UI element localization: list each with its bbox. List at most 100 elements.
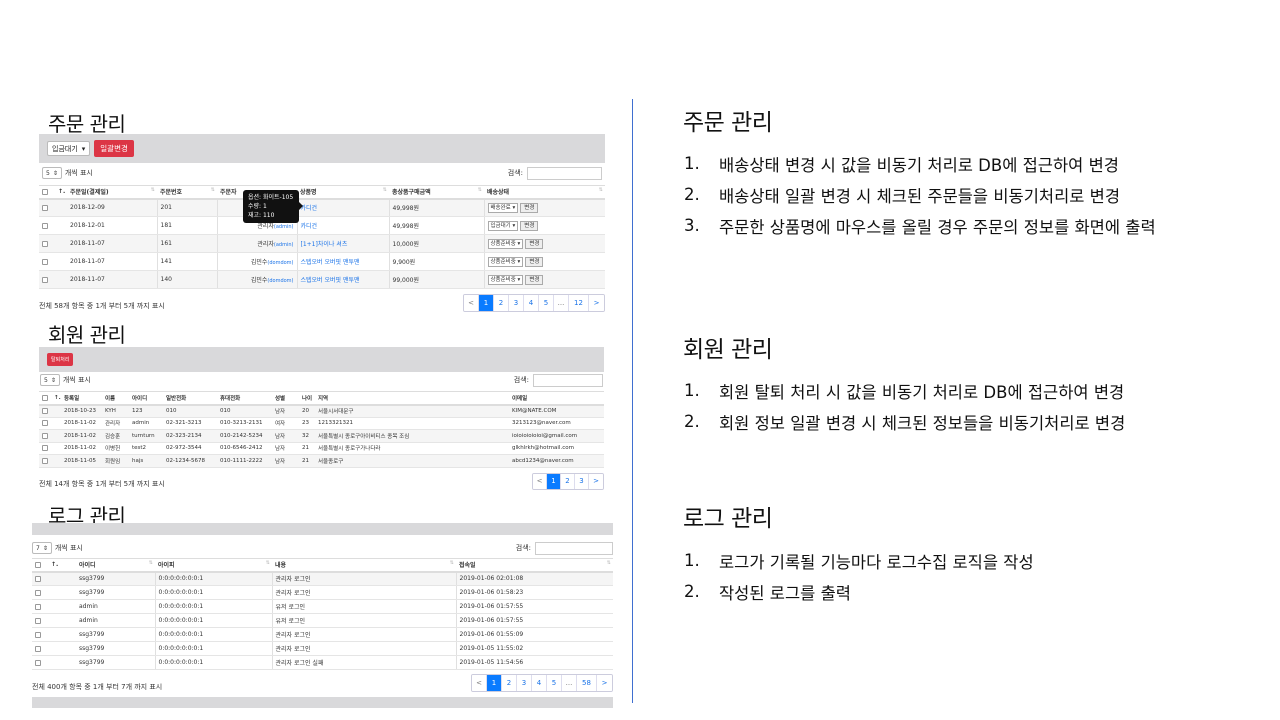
buyer-id-link[interactable]: (admin)	[274, 224, 294, 230]
page-button[interactable]: 1	[479, 295, 494, 311]
page-button[interactable]: 3	[509, 295, 524, 311]
member-col-phone[interactable]: 일반전화	[163, 391, 217, 406]
page-button[interactable]: 1	[487, 675, 502, 691]
order-col-sort[interactable]: ↑.	[55, 185, 67, 200]
order-status-select[interactable]: 상품준비중 ▾	[487, 274, 524, 285]
log-col-id[interactable]: 아이디 ⇅	[76, 558, 155, 573]
log-page-size-select[interactable]: 7 ⇕	[32, 542, 52, 554]
order-status-select[interactable]: 입금대기 ▾	[487, 220, 519, 231]
prev-page-button[interactable]: <	[533, 473, 547, 489]
page-button[interactable]: 5	[547, 675, 562, 691]
page-button[interactable]: 2	[494, 295, 509, 311]
order-change-button[interactable]: 변경	[525, 238, 544, 249]
order-product-link[interactable]: [1+1]차이나 셔츠	[296, 234, 389, 253]
order-status-select[interactable]: 상품준비중 ▾	[487, 238, 524, 249]
order-col-status[interactable]: 배송상태 ⇅	[484, 185, 605, 200]
log-col-ip[interactable]: 아이피 ⇅	[155, 558, 272, 573]
member-region-cell: 서울특별시 종로구아이비티스 종목 조심	[315, 429, 509, 443]
page-button[interactable]: 2	[561, 473, 575, 489]
order-change-button[interactable]: 변경	[520, 220, 539, 231]
withdraw-button[interactable]: 탈퇴처리	[47, 353, 74, 366]
row-checkbox[interactable]	[39, 216, 55, 235]
order-product-link[interactable]: 카디건	[296, 198, 389, 217]
next-page-button[interactable]: >	[597, 675, 612, 691]
page-button[interactable]: 4	[532, 675, 547, 691]
prev-page-button[interactable]: <	[464, 295, 479, 311]
order-search-input[interactable]	[527, 166, 602, 180]
member-col-date[interactable]: 등록일	[61, 391, 102, 406]
order-product-link[interactable]: 카디건	[296, 216, 389, 235]
member-col-age[interactable]: 나이	[299, 391, 315, 406]
page-button[interactable]: 58	[577, 675, 597, 691]
member-col-mobile[interactable]: 휴대전화	[217, 391, 272, 406]
order-change-button[interactable]: 변경	[520, 202, 539, 213]
member-col-id[interactable]: 아이디	[129, 391, 163, 406]
bulk-change-button[interactable]: 일괄변경	[94, 140, 134, 157]
row-checkbox[interactable]	[39, 442, 51, 455]
order-col-product[interactable]: 상품명 ⇅	[297, 185, 389, 200]
order-change-button[interactable]: 변경	[525, 256, 544, 267]
order-status-select[interactable]: 상품준비중 ▾	[487, 256, 524, 267]
row-checkbox[interactable]	[39, 270, 55, 289]
order-col-no[interactable]: 주문번호 ⇅	[157, 185, 217, 200]
row-checkbox[interactable]	[39, 198, 55, 217]
order-col-amount[interactable]: 총상품구매금액 ⇅	[389, 185, 484, 200]
row-checkbox[interactable]	[39, 417, 51, 430]
next-page-button[interactable]: >	[589, 295, 604, 311]
select-all-checkbox[interactable]	[39, 185, 55, 200]
page-button[interactable]: 12	[569, 295, 589, 311]
member-col-name[interactable]: 이름	[102, 391, 129, 406]
buyer-id-link[interactable]: (domdom)	[267, 260, 293, 266]
member-age-cell: 23	[299, 417, 315, 430]
row-checkbox[interactable]	[39, 429, 51, 443]
order-product-link[interactable]: 스텝오버 오버핏 맨투맨	[296, 270, 389, 289]
row-checkbox[interactable]	[32, 585, 48, 600]
log-select-all-checkbox[interactable]	[32, 558, 48, 573]
order-change-button[interactable]: 변경	[525, 274, 544, 285]
page-button[interactable]: 1	[547, 473, 561, 489]
log-id-cell: ssg3799	[76, 571, 155, 586]
log-col-sort[interactable]: ↑.	[48, 558, 76, 573]
page-button[interactable]: 4	[524, 295, 539, 311]
prev-page-button[interactable]: <	[472, 675, 487, 691]
page-button[interactable]: 2	[502, 675, 517, 691]
order-status-select[interactable]: 배송완료 ▾	[487, 202, 519, 213]
member-page-size-select[interactable]: 5 ⇕	[40, 374, 60, 386]
buyer-name: 관리자	[257, 241, 274, 248]
member-col-gender[interactable]: 성별	[272, 391, 299, 406]
tooltip-quantity: 수량: 1	[248, 203, 267, 210]
page-button[interactable]: 3	[575, 473, 589, 489]
page-button[interactable]: 3	[517, 675, 532, 691]
order-status-cell: 상품준비중 ▾ 변경	[483, 252, 605, 271]
row-checkbox[interactable]	[32, 627, 48, 642]
checkbox-box	[35, 617, 41, 624]
log-col-content[interactable]: 내용 ⇅	[272, 558, 456, 573]
row-checkbox[interactable]	[32, 571, 48, 586]
buyer-id-link[interactable]: (admin)	[274, 242, 294, 248]
order-product-link[interactable]: 스텝오버 오버핏 맨투맨	[296, 252, 389, 271]
order-page-size-select[interactable]: 5 ⇕	[42, 167, 62, 179]
row-checkbox[interactable]	[32, 641, 48, 656]
buyer-id-link[interactable]: (domdom)	[267, 278, 293, 284]
member-col-email[interactable]: 이메일	[509, 391, 604, 406]
row-checkbox[interactable]	[39, 404, 51, 418]
order-col-date[interactable]: 주문일(결제일) ⇅	[67, 185, 157, 200]
member-select-all-checkbox[interactable]	[39, 391, 51, 406]
row-checkbox[interactable]	[32, 655, 48, 670]
row-checkbox[interactable]	[39, 252, 55, 271]
member-region-cell: 서울특별시 종로구가나다라	[315, 442, 509, 455]
checkbox-box	[42, 222, 48, 229]
log-search-input[interactable]	[535, 541, 613, 555]
row-checkbox[interactable]	[32, 599, 48, 614]
order-status-select[interactable]: 입금대기 ▾	[47, 141, 91, 156]
log-col-date[interactable]: 접속일 ⇅	[456, 558, 613, 573]
page-button[interactable]: 5	[539, 295, 554, 311]
member-col-region[interactable]: 지역	[315, 391, 509, 406]
member-pagination: <1 2 3 >	[532, 472, 604, 490]
member-col-sort[interactable]: ↑.	[51, 391, 61, 406]
row-checkbox[interactable]	[39, 454, 51, 468]
next-page-button[interactable]: >	[589, 473, 603, 489]
member-search-input[interactable]	[533, 373, 603, 387]
row-checkbox[interactable]	[32, 613, 48, 628]
row-checkbox[interactable]	[39, 234, 55, 253]
